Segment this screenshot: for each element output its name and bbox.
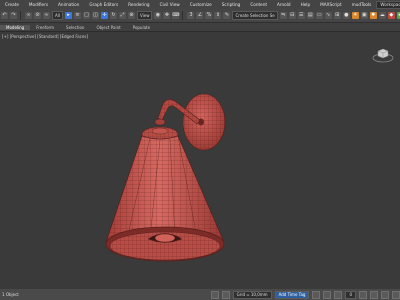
snaps-toggle-icon[interactable]: 3	[187, 12, 195, 19]
menu-item-animation[interactable]: Animation	[53, 2, 84, 7]
menu-item-mudtools[interactable]: mudTools	[347, 2, 377, 7]
auto-key-icon[interactable]	[312, 290, 321, 299]
select-and-move-icon[interactable]: ✛	[100, 12, 108, 19]
main-toolbar: ↶ ↷ ∞ ⊘ ≈ All ▸ ≡ □ ◫ ✛ ↻ ⤢ ⊕ View ◉ ✥ ⌨…	[0, 9, 400, 23]
selection-filter-dropdown[interactable]: All	[52, 11, 63, 20]
unlink-icon[interactable]: ⊘	[34, 12, 41, 19]
rectangular-selection-icon[interactable]: □	[82, 12, 90, 19]
menu-item-maxscript[interactable]: MAXScript	[315, 2, 347, 7]
select-by-name-icon[interactable]: ≡	[73, 12, 81, 19]
menu-item-civil-view[interactable]: Civil View	[155, 2, 185, 7]
zoom-icon[interactable]	[359, 290, 367, 299]
tab-selection[interactable]: Selection	[60, 25, 90, 30]
a360-gallery-icon[interactable]: ◆	[387, 12, 395, 19]
bind-space-warp-icon[interactable]: ≈	[43, 12, 50, 19]
select-manipulate-icon[interactable]: ✥	[163, 12, 171, 19]
perspective-viewport[interactable]: [+] [Perspective] [Standard] [Edged Face…	[0, 32, 400, 289]
named-selection-sets-dropdown[interactable]: Create Selection Se	[232, 11, 278, 20]
schematic-view-icon[interactable]: ⊞	[333, 12, 341, 19]
reference-coordinate-dropdown[interactable]: View	[136, 11, 153, 20]
menu-item-rendering[interactable]: Rendering	[123, 2, 154, 7]
rendered-frame-window-icon[interactable]: ▣	[360, 12, 368, 19]
absolute-mode-icon[interactable]	[221, 290, 230, 299]
toolbar-separator	[182, 11, 184, 20]
render-in-cloud-icon[interactable]: ☁	[378, 12, 386, 19]
lamp-model[interactable]	[0, 32, 400, 289]
current-frame-field[interactable]: 0	[345, 290, 356, 299]
tab-object-paint[interactable]: Object Paint	[90, 25, 126, 30]
wall-plate[interactable]	[182, 93, 226, 151]
undo-icon[interactable]: ↶	[1, 12, 8, 19]
lamp-shade[interactable]	[105, 135, 225, 262]
menu-item-customize[interactable]: Customize	[185, 2, 217, 7]
toggle-ribbon-icon[interactable]: ▭	[315, 12, 323, 19]
material-editor-icon[interactable]: ●	[342, 12, 350, 19]
menu-bar: Create Modifiers Animation Graph Editors…	[0, 0, 400, 9]
tab-modeling[interactable]: Modeling	[0, 24, 31, 30]
angle-snap-icon[interactable]: ∠	[196, 12, 204, 19]
keyboard-shortcut-toggle-icon[interactable]: ⌨	[172, 12, 180, 19]
set-key-icon[interactable]	[323, 290, 332, 299]
grid-size-readout: Grid = 10,0mm	[232, 290, 272, 299]
workspace-selector[interactable]: Workspaces: Default	[376, 0, 400, 9]
status-bar: 1 Object Grid = 10,0mm Add Time Tag 0	[0, 289, 400, 300]
status-controls: Grid = 10,0mm Add Time Tag 0	[210, 290, 400, 299]
lock-selection-icon[interactable]	[210, 290, 219, 299]
window-crossing-icon[interactable]: ◫	[91, 12, 99, 19]
menu-item-scripting[interactable]: Scripting	[217, 2, 246, 7]
toolbar-separator	[20, 11, 21, 20]
toggle-layer-explorer-icon[interactable]: ▤	[306, 12, 314, 19]
tab-freeform[interactable]: Freeform	[30, 25, 60, 30]
toggle-scene-explorer-icon[interactable]: ☰	[297, 12, 305, 19]
add-time-tag-button[interactable]: Add Time Tag	[274, 290, 310, 299]
pan-icon[interactable]	[381, 290, 389, 299]
status-selection-count: 1 Object	[2, 292, 19, 297]
menu-item-graph-editors[interactable]: Graph Editors	[84, 2, 123, 7]
select-and-scale-icon[interactable]: ⤢	[118, 12, 126, 19]
redo-icon[interactable]: ↷	[10, 12, 17, 19]
viewcube-icon[interactable]	[372, 46, 394, 64]
select-and-place-icon[interactable]: ⊕	[127, 12, 135, 19]
align-icon[interactable]: ⊟	[288, 12, 296, 19]
mirror-icon[interactable]: ⇋	[279, 12, 287, 19]
edit-named-selection-icon[interactable]: ✎	[223, 12, 231, 19]
render-production-icon[interactable]: ✹	[369, 12, 377, 19]
orbit-icon[interactable]	[370, 290, 378, 299]
spinner-snap-icon[interactable]: ⇕	[214, 12, 222, 19]
play-icon[interactable]	[334, 290, 343, 299]
menu-item-help[interactable]: Help	[296, 2, 316, 7]
menu-item-arnold[interactable]: Arnold	[272, 2, 296, 7]
select-and-rotate-icon[interactable]: ↻	[109, 12, 117, 19]
percent-snap-icon[interactable]: %	[205, 12, 213, 19]
render-setup-icon[interactable]: ☀	[351, 12, 359, 19]
select-object-icon[interactable]: ▸	[64, 12, 72, 19]
link-icon[interactable]: ∞	[25, 12, 32, 19]
menu-item-content[interactable]: Content	[245, 2, 272, 7]
menu-item-modifiers[interactable]: Modifiers	[24, 2, 53, 7]
menu-item-create[interactable]: Create	[0, 2, 24, 7]
ribbon-tabs: Modeling Freeform Selection Object Paint…	[0, 23, 400, 32]
tab-populate[interactable]: Populate	[127, 25, 156, 30]
maximize-viewport-icon[interactable]	[392, 290, 400, 299]
pivot-center-icon[interactable]: ◉	[154, 12, 162, 19]
curve-editor-icon[interactable]: ∿	[324, 12, 332, 19]
